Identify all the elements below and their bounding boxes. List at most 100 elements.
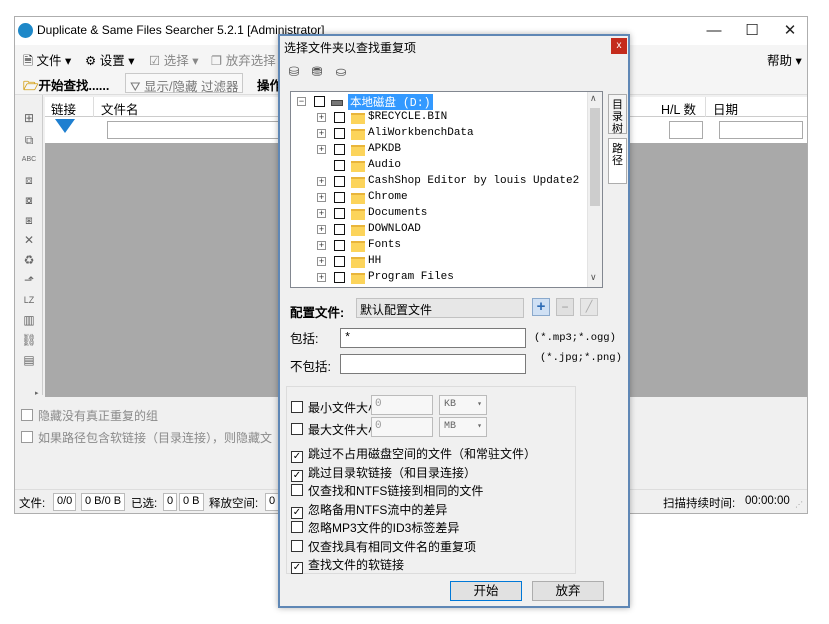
menu-deselect[interactable]: ❐ 放弃选择 [211,50,276,69]
expand-icon[interactable]: + [317,145,326,154]
hide-no-dup-checkbox[interactable] [21,409,33,421]
stack-icon[interactable]: ▤ [21,353,37,367]
expand-icon[interactable]: + [317,177,326,186]
max-size-input[interactable]: 0 [371,417,433,437]
add-config-icon[interactable]: + [532,298,550,316]
menu-file[interactable]: 🗎 文件 ▾ [23,50,71,73]
folder-checkbox[interactable] [334,144,345,155]
tree-folder-row[interactable]: + Program Files [291,270,581,286]
collapse-icon[interactable]: − [297,97,306,106]
expand-icon[interactable]: + [317,193,326,202]
option-row[interactable]: ✓ 跳过目录软链接（和目录连接） [291,464,476,482]
menu-select[interactable]: ☑ 选择 ▾ [149,50,198,69]
min-size-unit-select[interactable]: KB ▾ [439,395,487,415]
expand-icon[interactable]: + [317,257,326,266]
drive-icon[interactable]: ⛁ [285,64,303,80]
option-row[interactable]: 仅查找和NTFS链接到相同的文件 [291,482,483,498]
tree-folder-row[interactable]: + $RECYCLE.BIN [291,110,581,126]
dialog-close-icon[interactable]: x [611,38,627,54]
col-date[interactable]: 日期 [713,99,738,118]
folder-checkbox[interactable] [334,160,345,171]
split-icon[interactable]: ▥ [21,313,37,327]
grid-scroll-indicator[interactable]: ▸ [35,389,45,397]
max-size-unit-select[interactable]: MB ▾ [439,417,487,437]
folder-checkbox[interactable] [334,224,345,235]
start-search-button[interactable]: 🗁开始查找...... [19,73,113,93]
folder-checkbox[interactable] [334,176,345,187]
maximize-icon[interactable]: ☐ [733,17,771,45]
max-size-checkbox[interactable] [291,423,303,435]
minimize-icon[interactable]: — [695,17,733,45]
abc-icon[interactable]: ABC [21,153,37,167]
folder-checkbox[interactable] [334,208,345,219]
delete-icon[interactable]: ✕ [21,233,37,247]
close-icon[interactable]: ✕ [771,17,809,45]
expand-icon[interactable]: + [317,129,326,138]
tree-folder-row[interactable]: Audio [291,158,581,174]
option-row[interactable]: 忽略MP3文件的ID3标签差异 [291,519,459,535]
folder-checkbox[interactable] [334,272,345,283]
scroll-up-icon[interactable]: ∧ [590,93,597,104]
config-select[interactable]: 默认配置文件 [356,298,524,318]
recycle-icon[interactable]: ♻ [21,253,37,267]
scroll-down-icon[interactable]: ∨ [590,272,597,283]
option-row[interactable]: 仅查找具有相同文件名的重复项 [291,538,476,554]
remove-config-icon[interactable]: − [556,298,574,316]
hide-no-dup-option[interactable]: 隐藏没有真正重复的组 [21,407,158,424]
col-hl-count[interactable]: H/L 数 [661,99,696,118]
toggle-filter-button[interactable]: ⛛ 显示/隐藏 过滤器 [125,73,244,94]
expand-icon[interactable]: + [317,225,326,234]
option-checkbox[interactable]: ✓ [291,451,303,463]
tree-folder-row[interactable]: + Documents [291,206,581,222]
lz-icon[interactable]: LZ [21,293,37,307]
expand-icon[interactable]: + [317,273,326,282]
folder-checkbox[interactable] [334,256,345,267]
col-filename[interactable]: 文件名 [101,99,139,118]
tree-folder-row[interactable]: + AliWorkbenchData [291,126,581,142]
option-checkbox[interactable] [291,521,303,533]
soft-link-path-option[interactable]: 如果路径包含软链接（目录连接），则隐藏文 [21,429,272,446]
hl-filter-input[interactable] [669,121,703,139]
filter-funnel-icon[interactable] [55,119,75,133]
option-checkbox[interactable] [291,484,303,496]
unmark-icon[interactable]: ⧆ [21,213,37,227]
favorites-icon[interactable]: ⛀ [332,64,350,80]
menu-help[interactable]: 帮助 ▾ [767,50,802,69]
option-checkbox[interactable] [291,539,303,552]
expand-icon[interactable]: + [317,241,326,250]
tab-directory-tree[interactable]: 目录树 [608,94,627,135]
expand-icon[interactable]: + [317,209,326,218]
cancel-button[interactable]: 放弃 [532,581,604,601]
compare-icon[interactable]: ⧈ [21,173,37,187]
min-size-option[interactable]: 最小文件大小 [291,399,380,415]
option-checkbox[interactable]: ✓ [291,506,303,519]
include-input[interactable]: * [340,328,526,348]
tree-folder-row[interactable]: + Fonts [291,238,581,254]
drive-checkbox[interactable] [314,96,325,107]
folder-checkbox[interactable] [334,192,345,203]
tree-drive-row[interactable]: − 本地磁盘 (D:) [291,94,581,110]
resize-grip-icon[interactable]: ⋰ [795,500,803,509]
tree-folder-row[interactable]: + Chrome [291,190,581,206]
date-filter-input[interactable] [719,121,803,139]
network-icon[interactable]: ⛃ [308,64,326,80]
option-checkbox[interactable]: ✓ [291,562,303,574]
tree-folder-row[interactable]: + DOWNLOAD [291,222,581,238]
folder-checkbox[interactable] [334,128,345,139]
menu-settings[interactable]: ⚙ 设置 ▾ [85,50,134,69]
folder-checkbox[interactable] [334,112,345,123]
collapse-all-icon[interactable]: ⧉ [21,133,37,147]
scroll-thumb[interactable] [590,108,600,206]
mark-icon[interactable]: ⧇ [21,193,37,207]
option-row[interactable]: ✓ 忽略备用NTFS流中的差异 [291,501,447,519]
folder-tree[interactable]: − 本地磁盘 (D:) + $RECYCLE.BIN + AliWorkbenchDa… [290,91,603,288]
option-row[interactable]: ✓ 跳过不占用磁盘空间的文件（和常驻文件） [291,445,536,463]
option-row[interactable]: ✓ 查找文件的软链接 [291,556,404,574]
tree-folder-row[interactable]: + CashShop Editor by louis Update2 [291,174,581,190]
expand-all-icon[interactable]: ⊞ [21,111,37,125]
tree-folder-row[interactable]: + HH [291,254,581,270]
start-button[interactable]: 开始 [450,581,522,601]
min-size-checkbox[interactable] [291,401,303,413]
exclude-input[interactable] [340,354,526,374]
min-size-input[interactable]: 0 [371,395,433,415]
